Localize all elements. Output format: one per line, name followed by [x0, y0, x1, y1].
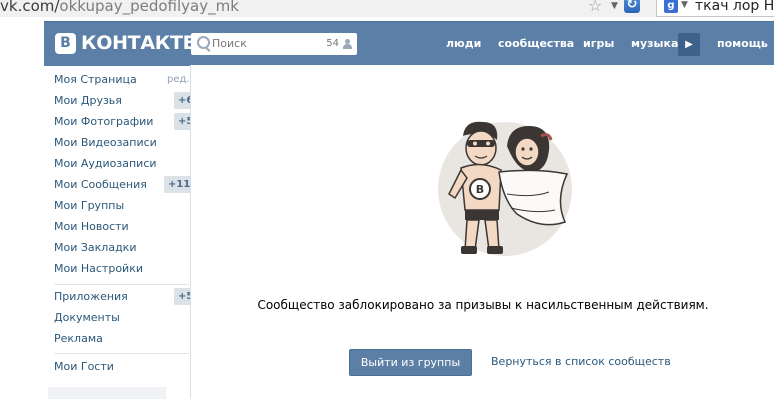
sidebar-divider — [54, 353, 189, 354]
search-input[interactable]: Поиск 54 — [191, 33, 357, 55]
address-bar[interactable]: vk.com/okkupay_pedofilyay_mk — [0, 0, 239, 16]
sidebar-item-news[interactable]: Мои Новости — [54, 216, 184, 237]
browser-search-query: ткач лор Ни — [695, 0, 774, 14]
logo-text: КОНТАКТЕ — [81, 32, 196, 54]
reload-icon[interactable]: ↻ — [624, 0, 640, 13]
sidebar-item-ads[interactable]: Реклама — [54, 328, 184, 349]
play-icon[interactable]: ▶ — [678, 33, 700, 56]
sidebar-item-messages[interactable]: Мои Сообщения +116 — [54, 174, 202, 195]
superhero-illustration: В — [438, 121, 572, 256]
blocked-message: Сообщество заблокировано за призывы к на… — [257, 298, 709, 312]
url-domain: vk.com/ — [0, 0, 60, 15]
sidebar-item-label: Приложения — [54, 290, 128, 303]
search-icon — [197, 36, 210, 49]
nav-games[interactable]: игры — [583, 22, 614, 66]
sidebar-item-label: Реклама — [54, 332, 103, 345]
back-to-communities-link[interactable]: Вернуться в список сообществ — [491, 349, 671, 374]
chevron-down-icon[interactable]: ▼ — [681, 0, 688, 10]
search-placeholder: Поиск — [212, 37, 247, 50]
edit-link[interactable]: ред. — [167, 69, 190, 90]
sidebar-item-label: Мои Группы — [54, 199, 125, 212]
sidebar-item-audio[interactable]: Мои Аудиозаписи — [54, 153, 184, 174]
history-dropdown-icon[interactable]: ▼ — [611, 0, 618, 13]
online-friends-count: 54 — [326, 38, 339, 49]
sidebar-item-my-page[interactable]: Моя Страница ред. — [54, 69, 190, 90]
sidebar-item-bookmarks[interactable]: Мои Закладки — [54, 237, 184, 258]
leave-group-button[interactable]: Выйти из группы — [349, 349, 472, 376]
sidebar-item-guests[interactable]: Мои Гости — [54, 356, 184, 377]
sidebar-item-label: Документы — [54, 311, 120, 324]
sidebar-widget — [48, 387, 166, 399]
sidebar-item-apps[interactable]: Приложения +5 — [54, 286, 198, 307]
site-header: В КОНТАКТЕ Поиск 54 люди сообщества игры… — [44, 21, 774, 66]
sidebar-item-label: Мои Видеозаписи — [54, 136, 157, 149]
sidebar-item-documents[interactable]: Документы — [54, 307, 184, 328]
nav-help[interactable]: помощь — [717, 22, 768, 66]
sidebar-item-label: Мои Сообщения — [54, 178, 147, 191]
sidebar-item-label: Мои Фотографии — [54, 115, 154, 128]
sidebar-item-groups[interactable]: Мои Группы — [54, 195, 184, 216]
sidebar-item-label: Мои Закладки — [54, 241, 137, 254]
sidebar-item-label: Мои Новости — [54, 220, 129, 233]
browser-toolbar: vk.com/okkupay_pedofilyay_mk ☆ ▼ ↻ g ▼ т… — [0, 0, 774, 17]
nav-people[interactable]: люди — [446, 22, 481, 66]
nav-music[interactable]: музыка — [631, 22, 678, 66]
sidebar-item-label: Мои Настройки — [54, 262, 143, 275]
logo-icon: В — [55, 33, 76, 54]
sidebar-item-label: Мои Друзья — [54, 94, 122, 107]
sidebar-item-label: Моя Страница — [54, 73, 137, 86]
left-sidebar: Моя Страница ред. Мои Друзья +6 Мои Фото… — [44, 65, 202, 399]
sidebar-item-label: Мои Гости — [54, 360, 114, 373]
browser-search-field[interactable]: g ▼ ткач лор Ни — [656, 0, 774, 17]
sidebar-item-videos[interactable]: Мои Видеозаписи — [54, 132, 184, 153]
sidebar-item-settings[interactable]: Мои Настройки — [54, 258, 184, 279]
sidebar-item-label: Мои Аудиозаписи — [54, 157, 157, 170]
main-content: В Сообщество заблокировано за призывы к … — [190, 65, 774, 399]
user-icon — [343, 39, 352, 49]
sidebar-item-friends[interactable]: Мои Друзья +6 — [54, 90, 198, 111]
sidebar-divider — [54, 284, 189, 285]
url-path: okkupay_pedofilyay_mk — [59, 0, 239, 15]
nav-communities[interactable]: сообщества — [498, 22, 574, 66]
search-engine-icon[interactable]: g — [664, 0, 678, 13]
bookmark-star-icon[interactable]: ☆ — [588, 0, 602, 16]
sidebar-item-photos[interactable]: Мои Фотографии +5 — [54, 111, 198, 132]
hero-emblem-letter: В — [476, 183, 484, 196]
